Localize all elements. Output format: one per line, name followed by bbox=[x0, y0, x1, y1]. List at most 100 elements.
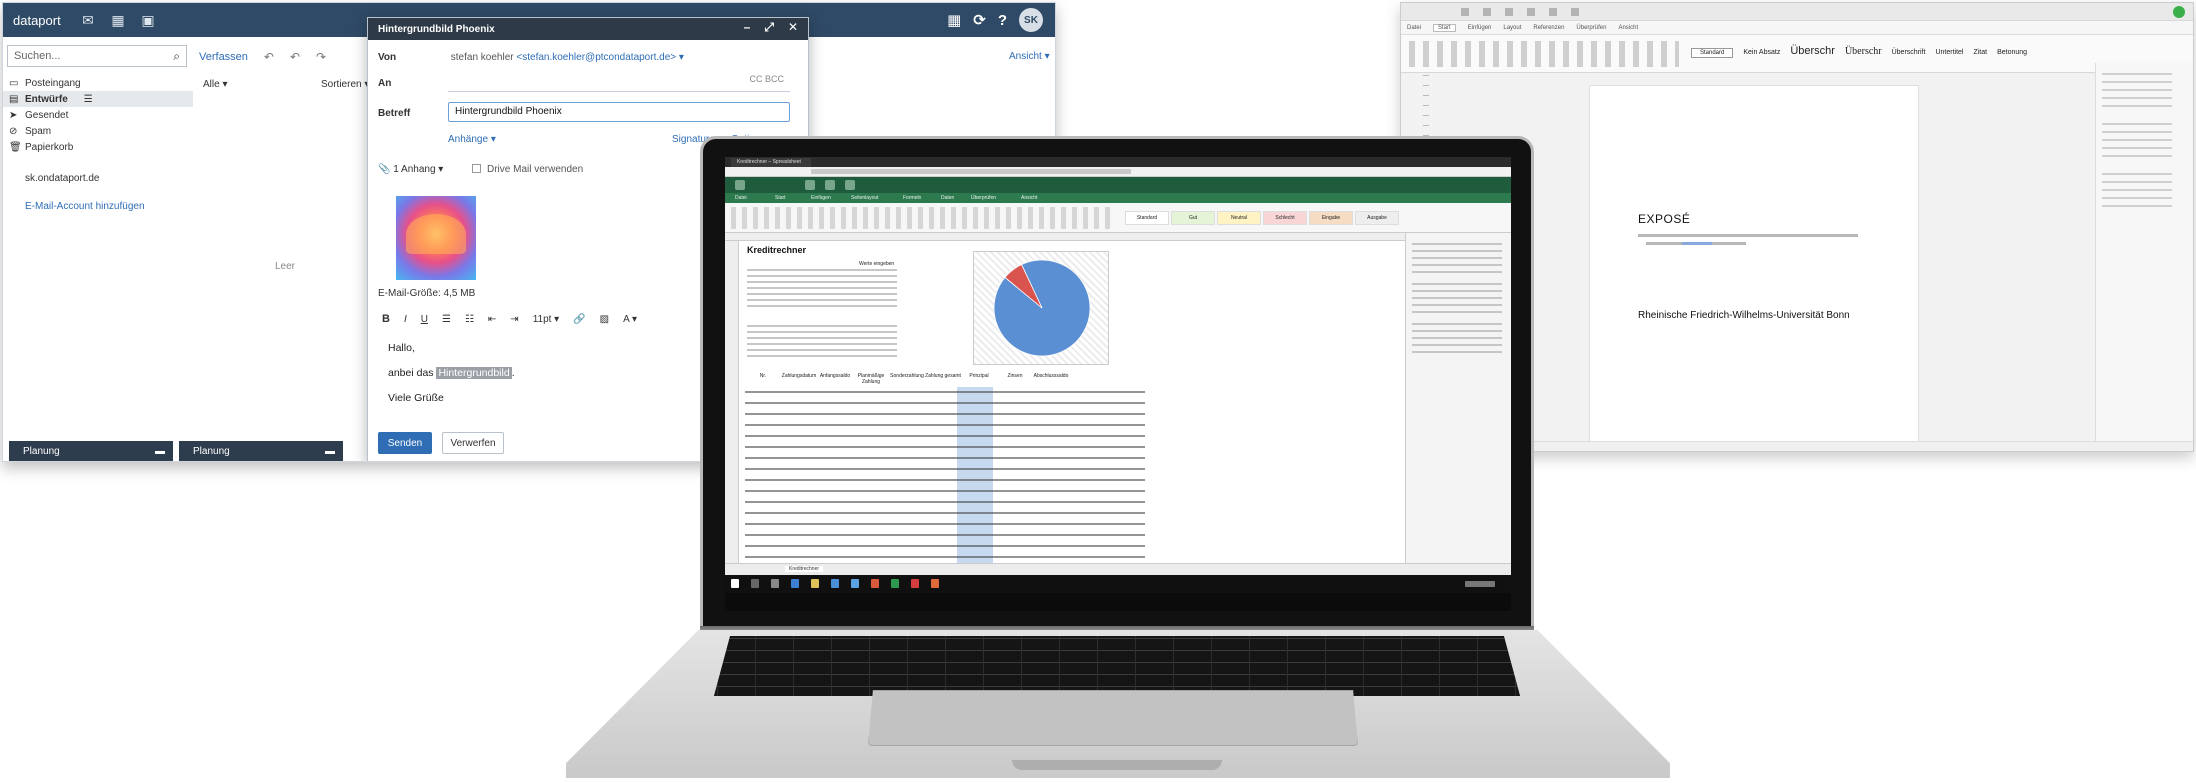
menu-layout[interactable]: Layout bbox=[1503, 25, 1521, 31]
print-icon[interactable] bbox=[825, 180, 835, 190]
firefox-icon[interactable] bbox=[871, 579, 879, 588]
compose-button[interactable]: Verfassen bbox=[199, 51, 248, 63]
undo-icon[interactable] bbox=[845, 180, 855, 190]
mail-brand-logo[interactable]: dataport bbox=[13, 13, 73, 28]
view-dropdown[interactable]: Ansicht ▾ bbox=[1009, 51, 1050, 62]
menu-review[interactable]: Überprüfen bbox=[1576, 25, 1606, 31]
discard-button[interactable]: Verwerfen bbox=[442, 432, 504, 454]
style-item[interactable]: Zitat bbox=[1973, 49, 1987, 56]
forward-icon[interactable]: ↷ bbox=[316, 50, 326, 64]
browser-address-bar[interactable] bbox=[725, 167, 1511, 177]
bold-icon[interactable]: B bbox=[382, 313, 390, 325]
tab-page-layout[interactable]: Seitenlayout bbox=[851, 195, 879, 201]
folder-trash[interactable]: 🗑 Papierkorb bbox=[3, 139, 193, 155]
numbered-list-icon[interactable]: ☷ bbox=[465, 314, 474, 325]
message-body[interactable]: Hallo, anbei das Hintergrundbild. Viele … bbox=[388, 336, 515, 411]
menu-view[interactable]: Ansicht bbox=[1618, 25, 1638, 31]
folder-drafts[interactable]: ▤ Entwürfe ☰ bbox=[3, 91, 193, 107]
attachment-count[interactable]: 📎 1 Anhang ▾ bbox=[378, 164, 443, 175]
minimized-window-planning[interactable]: Planung ▬ bbox=[9, 441, 173, 461]
ribbon-tool-icons[interactable] bbox=[731, 207, 1111, 229]
minimized-window-planning-2[interactable]: Planung ▬ bbox=[179, 441, 343, 461]
system-tray[interactable] bbox=[1465, 581, 1495, 587]
cell-style-neutral[interactable]: Neutral bbox=[1217, 211, 1261, 225]
calendar-icon[interactable]: ▦ bbox=[103, 12, 133, 29]
tab-review[interactable]: Überprüfen bbox=[971, 195, 996, 201]
cell-style-output[interactable]: Ausgabe bbox=[1355, 211, 1399, 225]
column-headers[interactable] bbox=[725, 233, 1405, 241]
search-input[interactable]: Suchen... ⌕ bbox=[7, 45, 187, 67]
send-button[interactable]: Senden bbox=[378, 432, 432, 454]
image-icon[interactable]: ▨ bbox=[600, 314, 609, 325]
tab-home[interactable]: Start bbox=[775, 195, 786, 201]
close-icon[interactable]: ✕ bbox=[788, 20, 798, 35]
sheet-tab[interactable]: Kreditrechner bbox=[785, 566, 824, 572]
schedule-rows[interactable] bbox=[745, 387, 1145, 563]
search-icon[interactable]: ⌕ bbox=[173, 49, 180, 64]
reply-all-icon[interactable]: ↶ bbox=[290, 50, 300, 64]
menu-insert[interactable]: Einfügen bbox=[1468, 25, 1492, 31]
cell-style-bad[interactable]: Schlecht bbox=[1263, 211, 1307, 225]
restore-icon[interactable]: ▬ bbox=[155, 446, 165, 457]
folder-spam[interactable]: ⊘ Spam bbox=[3, 123, 193, 139]
style-item[interactable]: Überschrift bbox=[1892, 49, 1926, 56]
cell-style-normal[interactable]: Standard bbox=[1125, 211, 1169, 225]
side-panel-section[interactable] bbox=[1412, 243, 1502, 273]
add-account-link[interactable]: E-Mail-Account hinzufügen bbox=[25, 201, 145, 212]
indent-icon[interactable]: ⇥ bbox=[510, 314, 518, 325]
to-field[interactable]: CC BCC bbox=[448, 74, 790, 92]
cell-style-input[interactable]: Eingabe bbox=[1309, 211, 1353, 225]
apps-grid-icon[interactable]: ▦ bbox=[947, 11, 961, 29]
document-link[interactable] bbox=[1682, 242, 1712, 245]
tab-formulas[interactable]: Formeln bbox=[903, 195, 921, 201]
tab-view[interactable]: Ansicht bbox=[1021, 195, 1037, 201]
minimize-icon[interactable]: – bbox=[744, 20, 751, 35]
help-icon[interactable]: ? bbox=[998, 12, 1007, 29]
loan-input-cells[interactable] bbox=[747, 269, 897, 309]
sidebar-section[interactable] bbox=[2102, 73, 2172, 113]
underline-icon[interactable]: U bbox=[421, 314, 428, 325]
bullet-list-icon[interactable]: ☰ bbox=[442, 314, 451, 325]
link-icon[interactable]: 🔗 bbox=[573, 314, 585, 325]
font-size-select[interactable]: 11pt ▾ bbox=[533, 314, 560, 325]
folder-inbox[interactable]: ▭ Posteingang bbox=[3, 75, 193, 91]
mail-app-icon[interactable] bbox=[831, 579, 839, 588]
sidebar-section[interactable] bbox=[2102, 123, 2172, 163]
avatar[interactable] bbox=[2173, 6, 2185, 18]
mail-icon[interactable]: ✉ bbox=[73, 12, 103, 29]
account-name[interactable]: sk.ondataport.de bbox=[25, 173, 100, 184]
folder-menu-icon[interactable]: ☰ bbox=[84, 94, 93, 105]
app-menu-icon[interactable] bbox=[735, 180, 745, 190]
attachment-thumbnail[interactable] bbox=[396, 196, 476, 280]
explorer-icon[interactable] bbox=[811, 579, 819, 588]
tab-insert[interactable]: Einfügen bbox=[811, 195, 831, 201]
italic-icon[interactable]: I bbox=[404, 314, 407, 325]
start-icon[interactable] bbox=[731, 579, 739, 588]
contacts-icon[interactable]: ▣ bbox=[133, 12, 163, 29]
menu-file[interactable]: Datei bbox=[1407, 25, 1421, 31]
style-item[interactable]: Überschr bbox=[1790, 45, 1835, 57]
sidebar-section[interactable] bbox=[2102, 173, 2172, 213]
refresh-icon[interactable]: ⟳ bbox=[973, 11, 986, 29]
subject-field[interactable]: Hintergrundbild Phoenix bbox=[448, 102, 790, 122]
expand-icon[interactable]: ⤢ bbox=[764, 20, 774, 35]
store-icon[interactable] bbox=[851, 579, 859, 588]
attachments-dropdown[interactable]: Anhänge ▾ bbox=[448, 134, 496, 145]
browser-tab[interactable]: Kreditrechner – Spreadsheet bbox=[731, 158, 811, 167]
style-item[interactable]: Untertitel bbox=[1935, 49, 1963, 56]
spreadsheet-grid[interactable]: Kreditrechner Werte eingeben Nr. Zahlung… bbox=[725, 233, 1405, 563]
from-select[interactable]: stefan koehler <stefan.koehler@ptcondata… bbox=[451, 52, 684, 63]
cc-bcc-toggle[interactable]: CC BCC bbox=[749, 74, 784, 84]
restore-icon[interactable]: ▬ bbox=[325, 446, 335, 457]
menu-references[interactable]: Referenzen bbox=[1533, 25, 1564, 31]
side-panel-section[interactable] bbox=[1412, 283, 1502, 313]
style-item[interactable]: Standard bbox=[1691, 48, 1734, 58]
tab-data[interactable]: Daten bbox=[941, 195, 954, 201]
reply-icon[interactable]: ↶ bbox=[264, 50, 274, 64]
row-headers[interactable] bbox=[725, 241, 739, 563]
text-color-icon[interactable]: A ▾ bbox=[623, 314, 637, 325]
loan-summary-cells[interactable] bbox=[747, 325, 897, 361]
document-page[interactable]: EXPOSÉ Rheinische Friedrich-Wilhelms-Uni… bbox=[1589, 85, 1919, 445]
style-item[interactable]: Überschr bbox=[1845, 46, 1882, 57]
style-item[interactable]: Kein Absatz bbox=[1743, 49, 1780, 56]
